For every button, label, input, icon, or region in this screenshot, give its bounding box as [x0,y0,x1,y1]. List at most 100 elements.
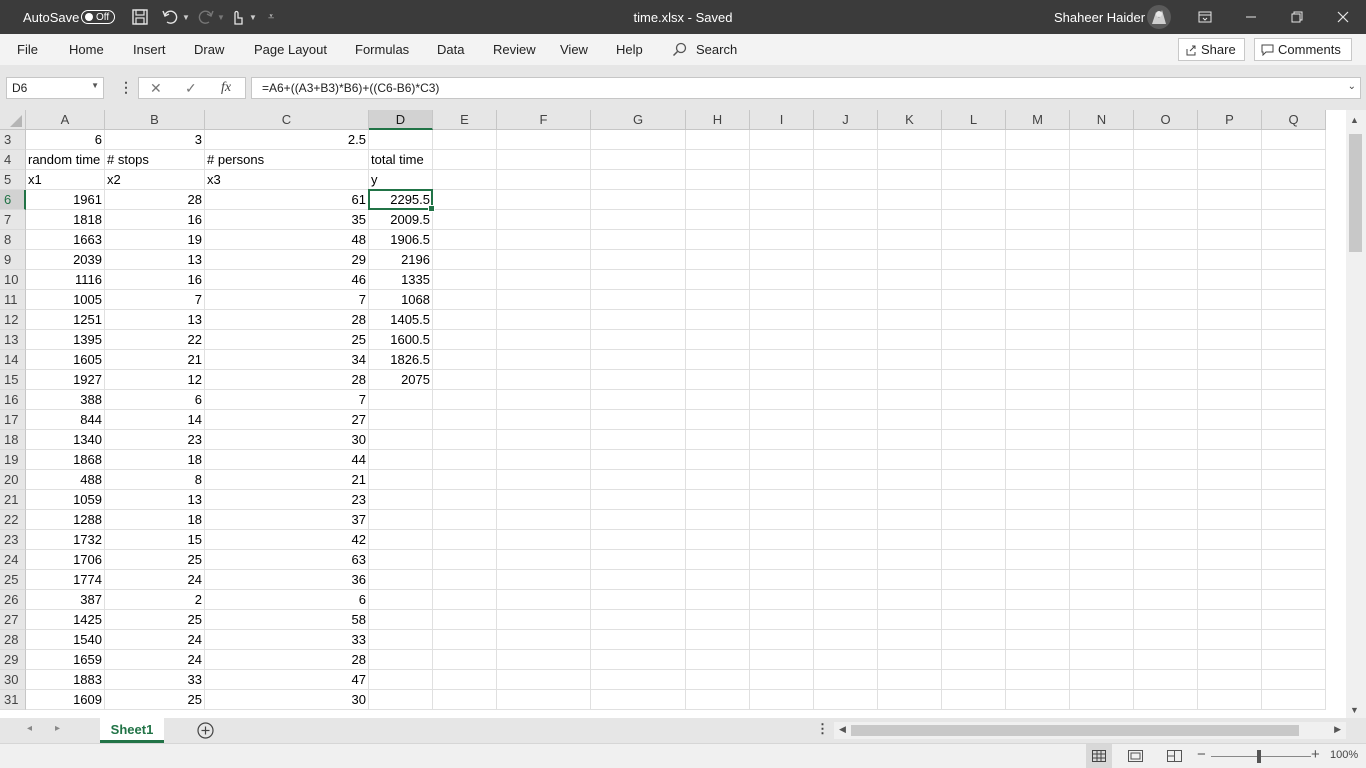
cell-k6[interactable] [878,190,942,210]
select-all-corner[interactable] [0,110,26,130]
cell-j10[interactable] [814,270,878,290]
cell-i22[interactable] [750,510,814,530]
cell-g18[interactable] [591,430,686,450]
cell-d23[interactable] [369,530,433,550]
cell-k26[interactable] [878,590,942,610]
cell-a21[interactable]: 1059 [26,490,105,510]
cell-i7[interactable] [750,210,814,230]
row-header-3[interactable]: 3 [0,130,26,150]
cell-n16[interactable] [1070,390,1134,410]
cell-p23[interactable] [1198,530,1262,550]
cell-g17[interactable] [591,410,686,430]
tab-draw[interactable]: Draw [194,34,224,65]
cell-h29[interactable] [686,650,750,670]
cell-k17[interactable] [878,410,942,430]
cell-i3[interactable] [750,130,814,150]
cell-g16[interactable] [591,390,686,410]
cell-m25[interactable] [1006,570,1070,590]
cell-q19[interactable] [1262,450,1326,470]
cell-j27[interactable] [814,610,878,630]
cell-q21[interactable] [1262,490,1326,510]
cell-e31[interactable] [433,690,497,710]
cell-e27[interactable] [433,610,497,630]
cell-h11[interactable] [686,290,750,310]
cell-l25[interactable] [942,570,1006,590]
row-header-14[interactable]: 14 [0,350,26,370]
cell-c31[interactable]: 30 [205,690,369,710]
cell-m5[interactable] [1006,170,1070,190]
cell-k30[interactable] [878,670,942,690]
cell-q12[interactable] [1262,310,1326,330]
cell-d19[interactable] [369,450,433,470]
cell-q18[interactable] [1262,430,1326,450]
cell-c30[interactable]: 47 [205,670,369,690]
cell-o29[interactable] [1134,650,1198,670]
cell-p3[interactable] [1198,130,1262,150]
cell-i6[interactable] [750,190,814,210]
cell-f17[interactable] [497,410,591,430]
cell-e28[interactable] [433,630,497,650]
cell-a12[interactable]: 1251 [26,310,105,330]
cell-m24[interactable] [1006,550,1070,570]
row-header-16[interactable]: 16 [0,390,26,410]
cell-p20[interactable] [1198,470,1262,490]
cell-b22[interactable]: 18 [105,510,205,530]
cell-d25[interactable] [369,570,433,590]
cell-o4[interactable] [1134,150,1198,170]
cell-n8[interactable] [1070,230,1134,250]
cell-e7[interactable] [433,210,497,230]
cell-o17[interactable] [1134,410,1198,430]
cell-m23[interactable] [1006,530,1070,550]
cell-b25[interactable]: 24 [105,570,205,590]
cell-i14[interactable] [750,350,814,370]
cell-a23[interactable]: 1732 [26,530,105,550]
cell-f3[interactable] [497,130,591,150]
cell-q4[interactable] [1262,150,1326,170]
row-header-28[interactable]: 28 [0,630,26,650]
cell-p26[interactable] [1198,590,1262,610]
cell-f11[interactable] [497,290,591,310]
cell-j8[interactable] [814,230,878,250]
cell-o21[interactable] [1134,490,1198,510]
cell-e11[interactable] [433,290,497,310]
cell-n3[interactable] [1070,130,1134,150]
tab-formulas[interactable]: Formulas [355,34,409,65]
cell-d3[interactable] [369,130,433,150]
cell-p6[interactable] [1198,190,1262,210]
cell-i4[interactable] [750,150,814,170]
cell-c13[interactable]: 25 [205,330,369,350]
cell-m27[interactable] [1006,610,1070,630]
cell-a13[interactable]: 1395 [26,330,105,350]
cell-q24[interactable] [1262,550,1326,570]
cell-f10[interactable] [497,270,591,290]
cell-f28[interactable] [497,630,591,650]
cell-g24[interactable] [591,550,686,570]
cell-g8[interactable] [591,230,686,250]
cell-m8[interactable] [1006,230,1070,250]
cell-b13[interactable]: 22 [105,330,205,350]
tab-review[interactable]: Review [493,34,536,65]
cell-m29[interactable] [1006,650,1070,670]
cell-h25[interactable] [686,570,750,590]
cell-n24[interactable] [1070,550,1134,570]
cell-c25[interactable]: 36 [205,570,369,590]
cell-f20[interactable] [497,470,591,490]
cell-p24[interactable] [1198,550,1262,570]
cell-b16[interactable]: 6 [105,390,205,410]
cell-c18[interactable]: 30 [205,430,369,450]
cell-m12[interactable] [1006,310,1070,330]
row-header-29[interactable]: 29 [0,650,26,670]
name-box[interactable]: D6 ▼ [6,77,104,99]
share-button[interactable]: Share [1178,38,1245,61]
cell-n25[interactable] [1070,570,1134,590]
cell-g11[interactable] [591,290,686,310]
cell-g7[interactable] [591,210,686,230]
cell-b4[interactable]: # stops [105,150,205,170]
cell-b7[interactable]: 16 [105,210,205,230]
cell-q20[interactable] [1262,470,1326,490]
cell-m4[interactable] [1006,150,1070,170]
cell-f14[interactable] [497,350,591,370]
row-header-11[interactable]: 11 [0,290,26,310]
cell-o22[interactable] [1134,510,1198,530]
cell-l9[interactable] [942,250,1006,270]
